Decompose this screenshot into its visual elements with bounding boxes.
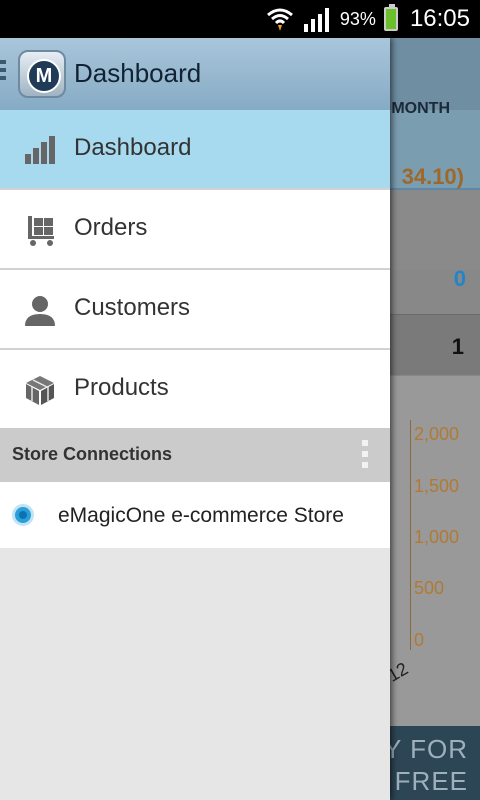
bg-month-tab: MONTH	[391, 100, 450, 117]
menu-item-label: Products	[74, 374, 169, 401]
bar-chart-icon	[25, 136, 55, 164]
battery-icon	[383, 4, 398, 31]
menu-item-orders[interactable]: Orders	[0, 190, 390, 270]
section-title: Store Connections	[12, 444, 173, 464]
store-name: eMagicOne e-commerce Store	[58, 504, 344, 527]
store-connection-item[interactable]: eMagicOne e-commerce Store	[0, 482, 390, 548]
bg-chart-axis	[410, 420, 411, 650]
bg-value-3: 1	[451, 334, 464, 359]
cart-icon	[28, 216, 54, 246]
signal-icon	[303, 8, 329, 32]
menu-item-label: Customers	[74, 294, 191, 321]
bg-y-tick: 0	[414, 630, 425, 650]
menu-item-label: Dashboard	[74, 134, 192, 161]
drawer-menu: Dashboard Orders Customers Products	[0, 110, 390, 430]
menu-item-label: Orders	[74, 214, 148, 241]
overflow-menu-icon[interactable]	[362, 440, 368, 473]
status-bar: 93% 16:05	[0, 0, 480, 38]
bg-y-tick: 500	[414, 578, 445, 598]
navigation-drawer: M Dashboard Dashboard Orders Customers P…	[0, 38, 390, 800]
box-icon	[26, 376, 54, 405]
store-connections-header: Store Connections	[0, 428, 390, 482]
bg-y-tick: 2,000	[414, 424, 460, 444]
app-bar-title: Dashboard	[74, 58, 202, 88]
bg-footer-line2: FREE	[394, 766, 468, 796]
bg-y-tick: 1,500	[414, 476, 460, 496]
app-logo: M	[18, 50, 66, 98]
drawer-app-bar[interactable]: M Dashboard	[0, 38, 390, 110]
bg-value-2: 0	[453, 266, 466, 291]
drawer-indicator-icon	[0, 60, 6, 88]
menu-item-products[interactable]: Products	[0, 350, 390, 430]
bg-value-1: 34.10)	[401, 164, 464, 189]
menu-item-dashboard[interactable]: Dashboard	[0, 110, 390, 190]
app-logo-letter: M	[27, 59, 61, 93]
store-radio-button[interactable]	[12, 504, 34, 526]
clock: 16:05	[409, 5, 470, 32]
battery-percent: 93%	[339, 8, 376, 29]
bg-y-tick: 1,000	[414, 527, 460, 547]
person-icon	[25, 296, 55, 326]
wifi-icon	[266, 8, 293, 31]
status-icons: 93% 16:05	[266, 0, 470, 38]
menu-item-customers[interactable]: Customers	[0, 270, 390, 350]
